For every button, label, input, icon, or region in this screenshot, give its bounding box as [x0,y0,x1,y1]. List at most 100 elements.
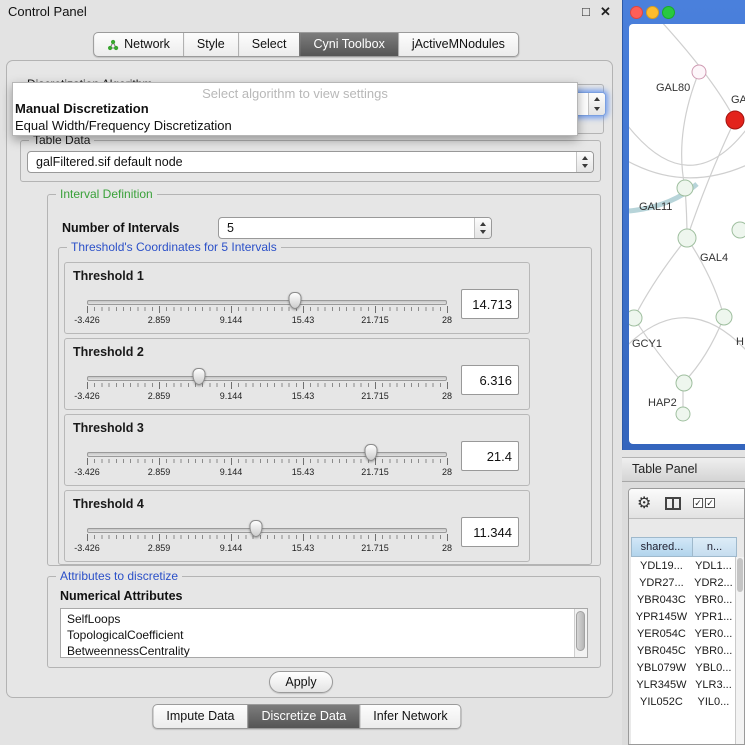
threshold-slider[interactable] [87,445,447,467]
network-node-selected[interactable] [726,111,744,129]
slider-track[interactable] [87,528,447,533]
table-cell[interactable]: YDR2... [692,574,735,591]
threshold-value-field[interactable]: 6.316 [461,365,519,395]
checkbox-icon[interactable]: ✓ [705,498,715,508]
slider-major-tick [231,306,232,313]
table-row[interactable]: YDR27... YDR2... [631,574,735,591]
slider-major-tick [303,382,304,389]
column-header-shared-name[interactable]: shared... [631,537,693,557]
zoom-window-button[interactable] [662,6,675,19]
threshold-panel: Threshold 3 -3.4262.8599.14415.4321.7152… [64,414,530,486]
slider-scale-label: 9.144 [220,315,243,325]
apply-button[interactable]: Apply [269,671,333,693]
node-label: GAL4 [700,252,728,264]
table-row[interactable]: YBR045C YBR0... [631,642,735,659]
slider-major-tick [231,458,232,465]
list-item[interactable]: SelfLoops [61,611,574,627]
network-node[interactable] [716,309,732,325]
table-data-combobox[interactable]: galFiltered.sif default node [27,151,594,173]
slider-major-tick [375,382,376,389]
threshold-value-field[interactable]: 21.4 [461,441,519,471]
tab-discretize-data[interactable]: Discretize Data [248,705,360,728]
table-cell[interactable]: YDL19... [631,557,692,574]
slider-scale: -3.4262.8599.14415.4321.71528 [87,391,447,403]
table-cell[interactable]: YPR1... [692,608,735,625]
tab-infer-network[interactable]: Infer Network [359,705,460,728]
minimize-window-button[interactable] [646,6,659,19]
scrollbar-thumb[interactable] [737,558,743,592]
tab-cyni-toolbox[interactable]: Cyni Toolbox [299,33,397,56]
slider-track[interactable] [87,452,447,457]
table-cell[interactable]: YBR045C [631,642,692,659]
network-node[interactable] [677,180,693,196]
table-cell[interactable]: YBR043C [631,591,692,608]
checkbox-icon[interactable]: ✓ [693,498,703,508]
network-node[interactable] [676,375,692,391]
table-cell[interactable]: YIL052C [631,693,692,710]
network-node[interactable] [692,65,706,79]
table-cell[interactable]: YLR345W [631,676,692,693]
table-row[interactable]: YIL052C YIL0... [631,693,735,710]
close-panel-icon[interactable]: ✕ [600,4,611,20]
combo-stepper-icon[interactable] [474,218,491,238]
table-row[interactable]: YER054C YER0... [631,625,735,642]
scrollbar-thumb[interactable] [576,611,585,651]
threshold-value-field[interactable]: 11.344 [461,517,519,547]
table-cell[interactable]: YER0... [692,625,735,642]
table-cell[interactable]: YDR27... [631,574,692,591]
threshold-value-field[interactable]: 14.713 [461,289,519,319]
threshold-slider[interactable] [87,293,447,315]
columns-icon[interactable] [665,497,681,510]
tab-network[interactable]: Network [94,33,183,56]
tab-jactivemnodules[interactable]: jActiveMNodules [398,33,518,56]
tab-select[interactable]: Select [238,33,300,56]
network-node[interactable] [676,407,690,421]
table-row[interactable]: YBR043C YBR0... [631,591,735,608]
table-row[interactable]: YLR345W YLR3... [631,676,735,693]
table-cell[interactable]: YDL1... [692,557,735,574]
table-row[interactable]: YPR145W YPR1... [631,608,735,625]
network-node[interactable] [732,222,745,238]
dropdown-option-manual[interactable]: Manual Discretization [15,101,149,116]
table-cell[interactable]: YER054C [631,625,692,642]
column-header-name[interactable]: n... [693,537,737,557]
table-scrollbar[interactable] [735,557,744,744]
network-canvas[interactable]: GAL80 GA GAL11 GAL4 GCY1 H HAP2 [629,24,745,444]
threshold-slider[interactable] [87,521,447,543]
threshold-panel: Threshold 1 -3.4262.8599.14415.4321.7152… [64,262,530,334]
network-node[interactable] [629,310,642,326]
table-cell[interactable]: YIL0... [692,693,735,710]
table-row[interactable]: YBL079W YBL0... [631,659,735,676]
slider-track[interactable] [87,376,447,381]
table-cell[interactable]: YBL079W [631,659,692,676]
table-toolbar: ⚙ ✓ ✓ [629,489,744,519]
slider-scale-label: 28 [442,391,452,401]
close-window-button[interactable] [630,6,643,19]
tab-label: Style [197,37,225,52]
network-node[interactable] [678,229,696,247]
table-row[interactable]: YDL19... YDL1... [631,557,735,574]
network-edge [634,238,687,318]
slider-track[interactable] [87,300,447,305]
list-item[interactable]: BetweennessCentrality [61,643,574,658]
table-cell[interactable]: YBL0... [692,659,735,676]
table-cell[interactable]: YPR145W [631,608,692,625]
slider-scale: -3.4262.8599.14415.4321.71528 [87,315,447,327]
tab-style[interactable]: Style [183,33,238,56]
table-cell[interactable]: YBR0... [692,642,735,659]
gear-icon[interactable]: ⚙ [637,494,651,514]
list-scrollbar[interactable] [574,609,587,657]
tab-label: Discretize Data [262,709,347,724]
table-cell[interactable]: YBR0... [692,591,735,608]
combo-stepper-icon[interactable] [588,93,605,115]
number-of-intervals-combobox[interactable]: 5 [218,217,492,239]
combo-stepper-icon[interactable] [576,152,593,172]
dropdown-option-equal-width[interactable]: Equal Width/Frequency Discretization [15,118,232,133]
network-tab-icon [107,39,119,51]
list-item[interactable]: TopologicalCoefficient [61,627,574,643]
table-header-row: shared... n... [631,537,737,557]
tab-impute-data[interactable]: Impute Data [153,705,247,728]
table-cell[interactable]: YLR3... [692,676,735,693]
float-panel-icon[interactable]: □ [582,4,590,19]
threshold-slider[interactable] [87,369,447,391]
